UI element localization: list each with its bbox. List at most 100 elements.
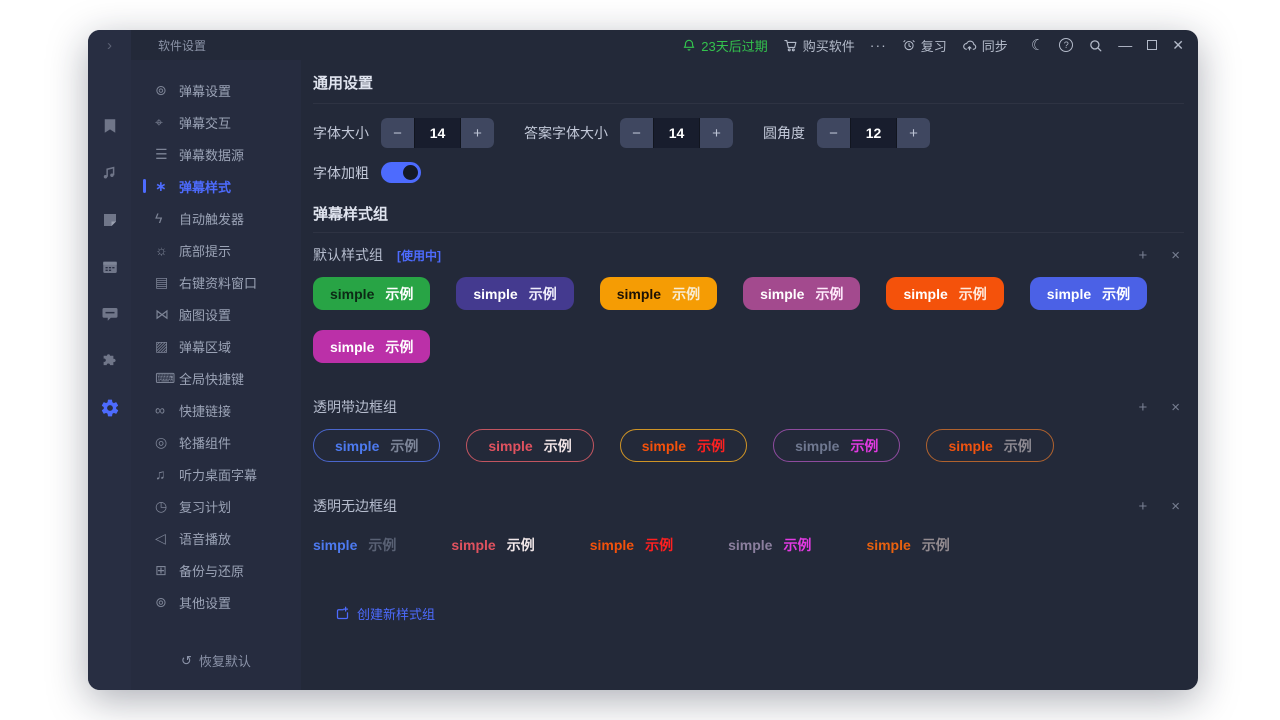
- book-icon[interactable]: [88, 102, 131, 149]
- sidebar-item-quick-links[interactable]: ∞快捷链接: [131, 394, 301, 426]
- sidebar-item-review-plan[interactable]: ◷复习计划: [131, 490, 301, 522]
- delete-group-icon[interactable]: ×: [1171, 399, 1180, 416]
- music-icon[interactable]: [88, 149, 131, 196]
- create-style-group-button[interactable]: 创建新样式组: [335, 604, 435, 623]
- expiry-notice[interactable]: 23天后过期: [682, 36, 767, 55]
- group-name: 透明带边框组: [313, 397, 397, 417]
- style-chip[interactable]: simple示例: [313, 429, 440, 462]
- style-chip[interactable]: simple示例: [466, 429, 593, 462]
- bell-icon: [682, 38, 696, 52]
- close-button[interactable]: ✕: [1172, 37, 1184, 54]
- decrement-button[interactable]: −: [817, 118, 850, 148]
- chip-style-name: simple: [330, 286, 374, 302]
- style-chip[interactable]: simple示例: [313, 277, 430, 310]
- chip-style-name: simple: [488, 438, 532, 454]
- sidebar-item-danmu-settings[interactable]: ⊚弹幕设置: [131, 74, 301, 106]
- chip-style-name: simple: [335, 438, 379, 454]
- expand-chevron-icon[interactable]: ›: [107, 30, 112, 60]
- theme-moon-icon[interactable]: ☾: [1031, 36, 1044, 54]
- new-group-icon: [335, 606, 350, 621]
- delete-group-icon[interactable]: ×: [1171, 247, 1180, 264]
- notes-icon[interactable]: [88, 196, 131, 243]
- sidebar-item-label: 自动触发器: [179, 209, 244, 228]
- increment-button[interactable]: +: [700, 118, 733, 148]
- sidebar-item-label: 弹幕数据源: [179, 145, 244, 164]
- plugin-puzzle-icon[interactable]: [88, 337, 131, 384]
- sidebar-item-global-hotkeys[interactable]: ⌨全局快捷键: [131, 362, 301, 394]
- chip-style-name: simple: [903, 286, 947, 302]
- sidebar-item-danmu-style[interactable]: ∗弹幕样式: [131, 170, 301, 202]
- stepper-value[interactable]: 14: [653, 118, 700, 148]
- sidebar-item-auto-trigger[interactable]: ϟ自动触发器: [131, 202, 301, 234]
- restore-defaults-button[interactable]: ↺ 恢复默认: [131, 651, 301, 670]
- sidebar-item-danmu-datasource[interactable]: ☰弹幕数据源: [131, 138, 301, 170]
- number-stepper: −12+: [817, 118, 930, 148]
- style-chip[interactable]: simple示例: [620, 429, 747, 462]
- sidebar-item-danmu-region[interactable]: ▨弹幕区域: [131, 330, 301, 362]
- icon-rail: ›: [88, 30, 131, 690]
- style-chip[interactable]: simple示例: [456, 277, 573, 310]
- chip-style-name: simple: [330, 339, 374, 355]
- cart-icon: [783, 38, 798, 53]
- maximize-button[interactable]: [1147, 40, 1157, 50]
- sidebar-item-backup-restore[interactable]: ⊞备份与还原: [131, 554, 301, 586]
- global-hotkeys-icon: ⌨: [155, 370, 179, 387]
- decrement-button[interactable]: −: [620, 118, 653, 148]
- sidebar-item-label: 听力桌面字幕: [179, 465, 257, 484]
- increment-button[interactable]: +: [897, 118, 930, 148]
- sidebar-item-label: 轮播组件: [179, 433, 231, 452]
- style-chip[interactable]: simple示例: [886, 277, 1003, 310]
- active-indicator: [143, 179, 146, 193]
- sidebar-item-bottom-hint[interactable]: ☼底部提示: [131, 234, 301, 266]
- stepper-value[interactable]: 12: [850, 118, 897, 148]
- sidebar-item-listening-subtitles[interactable]: ♫听力桌面字幕: [131, 458, 301, 490]
- style-chip[interactable]: simple示例: [728, 532, 811, 558]
- sync-button[interactable]: 同步: [962, 36, 1008, 55]
- style-chip[interactable]: simple示例: [590, 532, 673, 558]
- chip-sample-text: 示例: [672, 284, 700, 304]
- more-menu-icon[interactable]: ···: [870, 37, 887, 53]
- sidebar-item-label: 右键资料窗口: [179, 273, 257, 292]
- search-icon[interactable]: [1088, 38, 1103, 53]
- style-chip[interactable]: simple示例: [313, 330, 430, 363]
- backup-restore-icon: ⊞: [155, 562, 179, 579]
- add-style-icon[interactable]: +: [1138, 498, 1147, 515]
- titlebar: 软件设置 23天后过期 购买软件 ··· 复习: [131, 30, 1198, 60]
- sidebar-item-context-doc-window[interactable]: ▤右键资料窗口: [131, 266, 301, 298]
- style-chip[interactable]: simple示例: [866, 532, 949, 558]
- add-style-icon[interactable]: +: [1138, 399, 1147, 416]
- decrement-button[interactable]: −: [381, 118, 414, 148]
- style-chip[interactable]: simple示例: [451, 532, 534, 558]
- style-chip[interactable]: simple示例: [773, 429, 900, 462]
- calendar-icon[interactable]: [88, 243, 131, 290]
- sidebar-item-other-settings[interactable]: ⊚其他设置: [131, 586, 301, 618]
- sidebar-item-mindmap-settings[interactable]: ⋈脑图设置: [131, 298, 301, 330]
- sidebar-item-voice-playback[interactable]: ◁语音播放: [131, 522, 301, 554]
- style-chip[interactable]: simple示例: [1030, 277, 1147, 310]
- minimize-button[interactable]: —: [1118, 37, 1132, 53]
- sidebar-item-carousel-widget[interactable]: ◎轮播组件: [131, 426, 301, 458]
- add-style-icon[interactable]: +: [1138, 247, 1147, 264]
- style-chip[interactable]: simple示例: [926, 429, 1053, 462]
- settings-gear-icon[interactable]: [88, 384, 131, 431]
- sidebar-item-label: 弹幕样式: [179, 177, 231, 196]
- general-settings-heading: 通用设置: [313, 72, 1184, 93]
- sidebar-item-label: 脑图设置: [179, 305, 231, 324]
- sidebar-item-danmu-interact[interactable]: ⌖弹幕交互: [131, 106, 301, 138]
- number-stepper: −14+: [620, 118, 733, 148]
- carousel-widget-icon: ◎: [155, 434, 179, 451]
- style-chip[interactable]: simple示例: [743, 277, 860, 310]
- delete-group-icon[interactable]: ×: [1171, 498, 1180, 515]
- setting-field: 字体大小−14+: [313, 118, 494, 148]
- help-icon[interactable]: ?: [1059, 38, 1073, 52]
- chip-sample-text: 示例: [783, 535, 811, 555]
- style-chip[interactable]: simple示例: [313, 532, 396, 558]
- stepper-value[interactable]: 14: [414, 118, 461, 148]
- chat-icon[interactable]: [88, 290, 131, 337]
- bold-font-toggle[interactable]: [381, 162, 421, 183]
- increment-button[interactable]: +: [461, 118, 494, 148]
- review-button[interactable]: 复习: [902, 36, 947, 55]
- buy-software-button[interactable]: 购买软件: [783, 36, 855, 55]
- style-chip[interactable]: simple示例: [600, 277, 717, 310]
- settings-sidebar: ⊚弹幕设置⌖弹幕交互☰弹幕数据源∗弹幕样式ϟ自动触发器☼底部提示▤右键资料窗口⋈…: [131, 60, 301, 690]
